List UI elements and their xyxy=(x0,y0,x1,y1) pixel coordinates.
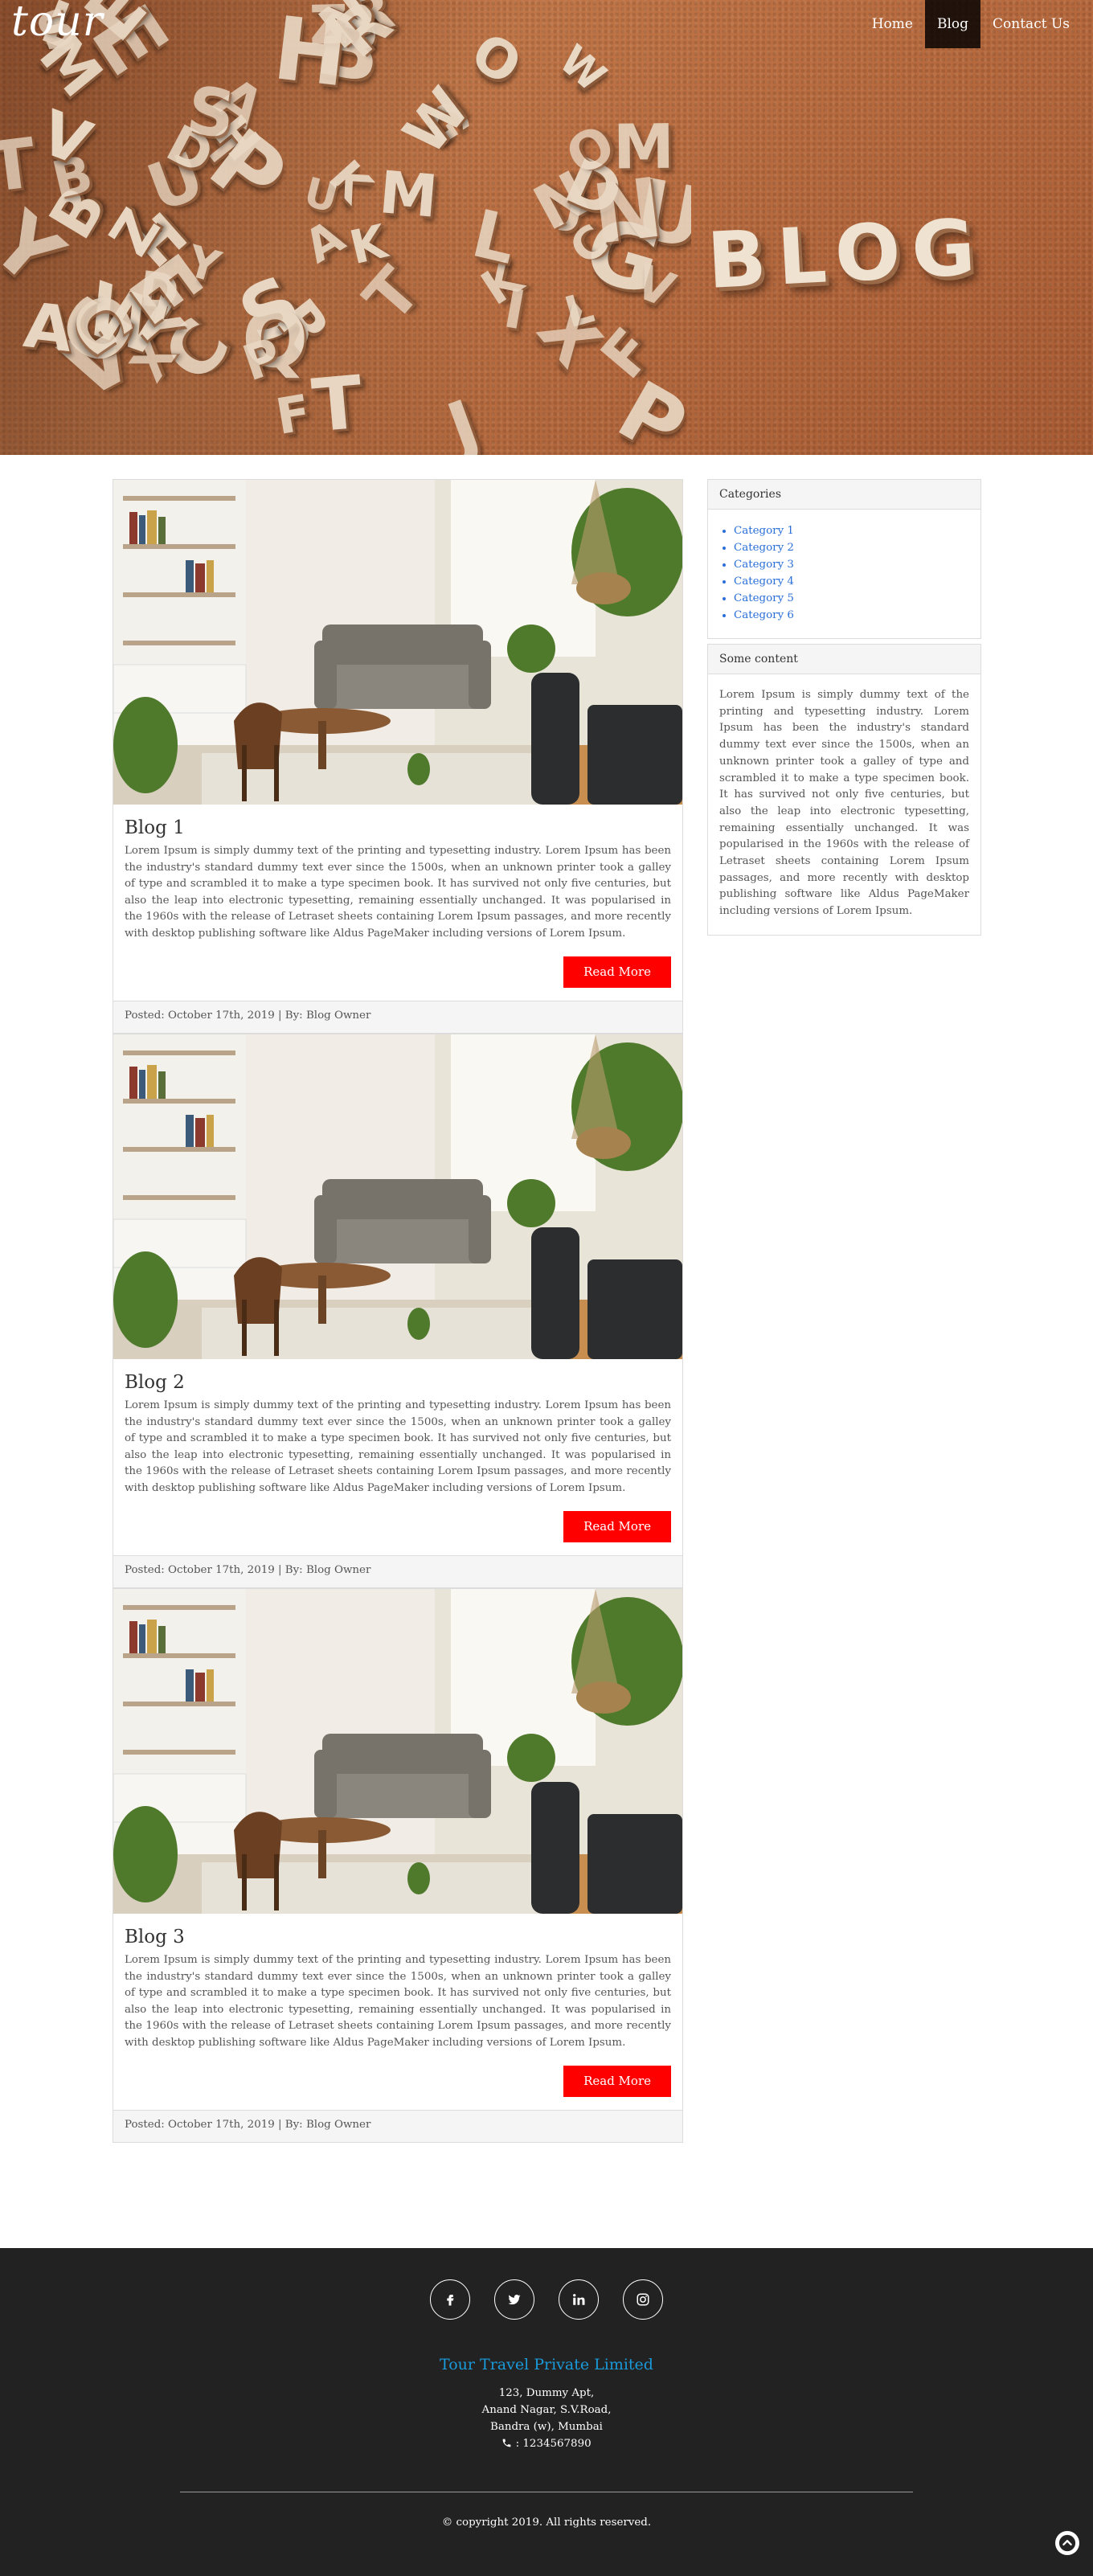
phone-number[interactable]: : 1234567890 xyxy=(516,2438,592,2450)
decorative-letter: L xyxy=(465,195,524,280)
social-links xyxy=(0,2279,1093,2320)
post-image[interactable] xyxy=(113,1589,682,1914)
post-body: Blog 1 Lorem Ipsum is simply dummy text … xyxy=(113,805,682,1001)
post-title[interactable]: Blog 2 xyxy=(125,1372,671,1393)
some-content-text: Lorem Ipsum is simply dummy text of the … xyxy=(719,689,969,918)
some-content-body: Lorem Ipsum is simply dummy text of the … xyxy=(708,674,980,935)
post-excerpt: Lorem Ipsum is simply dummy text of the … xyxy=(125,845,671,940)
some-content-heading: Some content xyxy=(708,645,980,674)
nav-links: Home Blog Contact Us xyxy=(860,0,1082,48)
button-row: Read More xyxy=(125,956,671,988)
post-meta: Posted: October 17th, 2019 | By: Blog Ow… xyxy=(113,2110,682,2142)
decorative-letter: U xyxy=(299,167,344,222)
posts-column: Blog 1 Lorem Ipsum is simply dummy text … xyxy=(113,479,683,2223)
decorative-letter: F xyxy=(272,384,315,447)
linkedin-icon[interactable] xyxy=(559,2279,599,2320)
decorative-letter: X xyxy=(522,290,616,382)
button-row: Read More xyxy=(125,1511,671,1542)
nav-home-link[interactable]: Home xyxy=(860,0,925,48)
decorative-letter: T xyxy=(349,253,435,336)
blog-post-card: Blog 1 Lorem Ipsum is simply dummy text … xyxy=(113,479,683,1034)
post-title[interactable]: Blog 3 xyxy=(125,1927,671,1947)
page: ABCDEFGHIJKLMNOPRSTUVWXYZAEBRWSMKTDGHQLV… xyxy=(0,0,1093,2576)
category-link[interactable]: Category 1 xyxy=(734,525,794,537)
nav-contact-link[interactable]: Contact Us xyxy=(980,0,1082,48)
nav-blog-link[interactable]: Blog xyxy=(924,0,981,48)
post-meta: Posted: October 17th, 2019 | By: Blog Ow… xyxy=(113,1001,682,1033)
post-image[interactable] xyxy=(113,1034,682,1359)
category-item: Category 4 xyxy=(734,573,969,590)
post-excerpt: Lorem Ipsum is simply dummy text of the … xyxy=(125,1954,671,2049)
facebook-icon[interactable] xyxy=(430,2279,470,2320)
read-more-button[interactable]: Read More xyxy=(563,1511,671,1542)
categories-heading: Categories xyxy=(708,480,980,510)
decorative-letter: W xyxy=(391,75,483,167)
instagram-icon[interactable] xyxy=(623,2279,663,2320)
category-item: Category 2 xyxy=(734,539,969,556)
post-title[interactable]: Blog 1 xyxy=(125,817,671,838)
blog-post-card: Blog 3 Lorem Ipsum is simply dummy text … xyxy=(113,1588,683,2143)
twitter-icon[interactable] xyxy=(494,2279,534,2320)
post-meta: Posted: October 17th, 2019 | By: Blog Ow… xyxy=(113,1555,682,1587)
scroll-to-top-button[interactable] xyxy=(1055,2531,1079,2555)
category-item: Category 1 xyxy=(734,522,969,539)
decorative-letter: J xyxy=(438,385,490,455)
navbar: tour Home Blog Contact Us xyxy=(0,0,1093,48)
category-link[interactable]: Category 6 xyxy=(734,609,794,621)
post-excerpt: Lorem Ipsum is simply dummy text of the … xyxy=(125,1399,671,1494)
site-logo[interactable]: tour xyxy=(11,0,104,46)
category-item: Category 6 xyxy=(734,607,969,624)
category-link[interactable]: Category 4 xyxy=(734,575,794,588)
address-line: Bandra (w), Mumbai xyxy=(490,2421,603,2433)
hero-banner: ABCDEFGHIJKLMNOPRSTUVWXYZAEBRWSMKTDGHQLV… xyxy=(0,0,1093,455)
company-address: 123, Dummy Apt, Anand Nagar, S.V.Road, B… xyxy=(0,2385,1093,2452)
button-row: Read More xyxy=(125,2066,671,2097)
site-footer: Tour Travel Private Limited 123, Dummy A… xyxy=(0,2248,1093,2576)
categories-body: Category 1 Category 2 Category 3 Categor… xyxy=(708,510,980,638)
post-body: Blog 2 Lorem Ipsum is simply dummy text … xyxy=(113,1359,682,1555)
decorative-letter: A xyxy=(296,210,354,274)
blog-post-card: Blog 2 Lorem Ipsum is simply dummy text … xyxy=(113,1034,683,1588)
company-name: Tour Travel Private Limited xyxy=(440,2356,653,2373)
decorative-letter: M xyxy=(376,159,441,232)
categories-panel: Categories Category 1 Category 2 Categor… xyxy=(707,479,981,639)
sidebar: Categories Category 1 Category 2 Categor… xyxy=(707,479,981,2223)
read-more-button[interactable]: Read More xyxy=(563,2066,671,2097)
category-item: Category 5 xyxy=(734,590,969,607)
read-more-button[interactable]: Read More xyxy=(563,956,671,988)
chevron-up-icon xyxy=(1058,2534,1076,2552)
post-body: Blog 3 Lorem Ipsum is simply dummy text … xyxy=(113,1914,682,2110)
address-line: 123, Dummy Apt, xyxy=(498,2387,595,2399)
some-content-panel: Some content Lorem Ipsum is simply dummy… xyxy=(707,644,981,936)
decorative-letter: T xyxy=(309,360,366,449)
phone-icon xyxy=(501,2438,515,2450)
decorative-letter: S xyxy=(182,72,240,154)
post-image[interactable] xyxy=(113,480,682,805)
hero-word: BLOG xyxy=(705,201,989,307)
scattered-letters-decoration: ABCDEFGHIJKLMNOPRSTUVWXYZAEBRWSMKTDGHQLV… xyxy=(0,0,691,455)
main-content: Blog 1 Lorem Ipsum is simply dummy text … xyxy=(0,455,1093,2223)
decorative-letter: T xyxy=(0,124,40,209)
decorative-letter: N xyxy=(587,160,668,264)
category-link[interactable]: Category 5 xyxy=(734,592,794,604)
category-link[interactable]: Category 2 xyxy=(734,542,794,554)
phone-line: : 1234567890 xyxy=(0,2435,1093,2452)
categories-list: Category 1 Category 2 Category 3 Categor… xyxy=(719,522,969,624)
copyright-text: © copyright 2019. All rights reserved. xyxy=(441,2517,652,2529)
category-link[interactable]: Category 3 xyxy=(734,559,794,571)
category-item: Category 3 xyxy=(734,556,969,573)
address-line: Anand Nagar, S.V.Road, xyxy=(481,2404,612,2416)
